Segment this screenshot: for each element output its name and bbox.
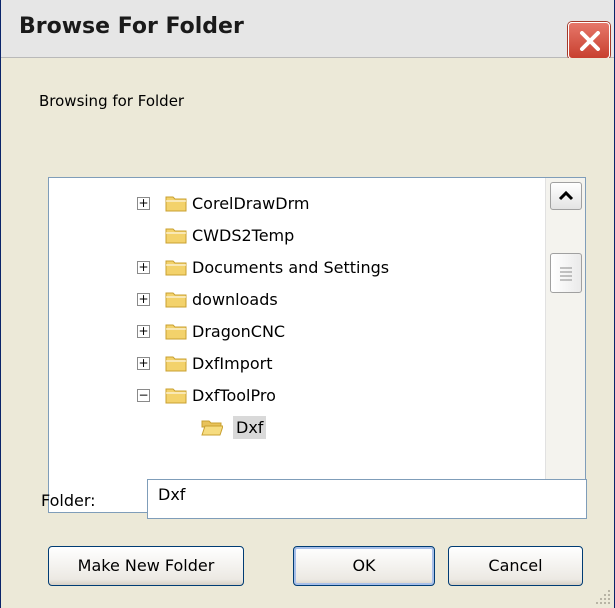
tree-item-dxftoolpro[interactable]: − DxfToolPro	[49, 380, 545, 412]
folder-field-label: Folder:	[41, 491, 96, 510]
tree-item-dxf[interactable]: Dxf	[49, 412, 545, 444]
expand-toggle[interactable]: +	[137, 261, 150, 274]
tree-item-cwds2temp[interactable]: CWDS2Temp	[49, 220, 545, 252]
tree-item-label: downloads	[192, 290, 278, 309]
browse-for-folder-dialog: Browse For Folder Browsing for Folder + …	[0, 0, 615, 608]
grip-lines-icon	[560, 267, 572, 281]
close-icon	[580, 31, 600, 51]
folder-icon	[165, 196, 187, 212]
tree-item-label: CWDS2Temp	[192, 226, 295, 245]
chevron-up-icon	[558, 190, 574, 201]
expand-toggle[interactable]: +	[137, 197, 150, 210]
cancel-button[interactable]: Cancel	[448, 546, 583, 586]
ok-button[interactable]: OK	[293, 546, 435, 586]
folder-icon	[165, 228, 187, 244]
expand-toggle[interactable]: +	[137, 357, 150, 370]
make-new-folder-button[interactable]: Make New Folder	[48, 546, 244, 586]
tree-item-dragoncnc[interactable]: + DragonCNC	[49, 316, 545, 348]
folder-icon	[165, 388, 187, 404]
folder-icon	[165, 260, 187, 276]
vertical-scrollbar[interactable]	[545, 178, 585, 512]
tree-item-coreldrawdrm[interactable]: + CorelDrawDrm	[49, 188, 545, 220]
tree-item-label: CorelDrawDrm	[192, 194, 310, 213]
tree-item-label: Documents and Settings	[192, 258, 390, 277]
folder-tree[interactable]: + CorelDrawDrm CWDS2Temp + Documents and…	[48, 177, 586, 513]
resize-grip-icon[interactable]	[594, 588, 612, 606]
open-folder-icon	[201, 420, 223, 436]
tree-item-dxfimport[interactable]: + DxfImport	[49, 348, 545, 380]
browse-prompt: Browsing for Folder	[39, 92, 185, 110]
tree-item-label: DxfToolPro	[192, 386, 276, 405]
folder-name-input[interactable]	[147, 479, 587, 519]
scroll-up-button[interactable]	[550, 182, 582, 210]
tree-item-downloads[interactable]: + downloads	[49, 284, 545, 316]
tree-item-label-selected: Dxf	[233, 416, 267, 439]
close-button[interactable]	[568, 22, 610, 59]
dialog-body: Browsing for Folder + CorelDrawDrm CWDS2…	[1, 58, 614, 608]
scroll-thumb[interactable]	[550, 253, 582, 293]
folder-icon	[165, 356, 187, 372]
folder-icon	[165, 292, 187, 308]
collapse-toggle[interactable]: −	[137, 389, 150, 402]
tree-item-label: DragonCNC	[192, 322, 286, 341]
folder-icon	[165, 324, 187, 340]
tree-item-documents-and-settings[interactable]: + Documents and Settings	[49, 252, 545, 284]
title-bar[interactable]: Browse For Folder	[1, 0, 614, 59]
expand-toggle[interactable]: +	[137, 325, 150, 338]
expand-toggle[interactable]: +	[137, 293, 150, 306]
folder-tree-list: + CorelDrawDrm CWDS2Temp + Documents and…	[49, 178, 545, 512]
tree-item-label: DxfImport	[192, 354, 273, 373]
dialog-title: Browse For Folder	[19, 14, 244, 39]
